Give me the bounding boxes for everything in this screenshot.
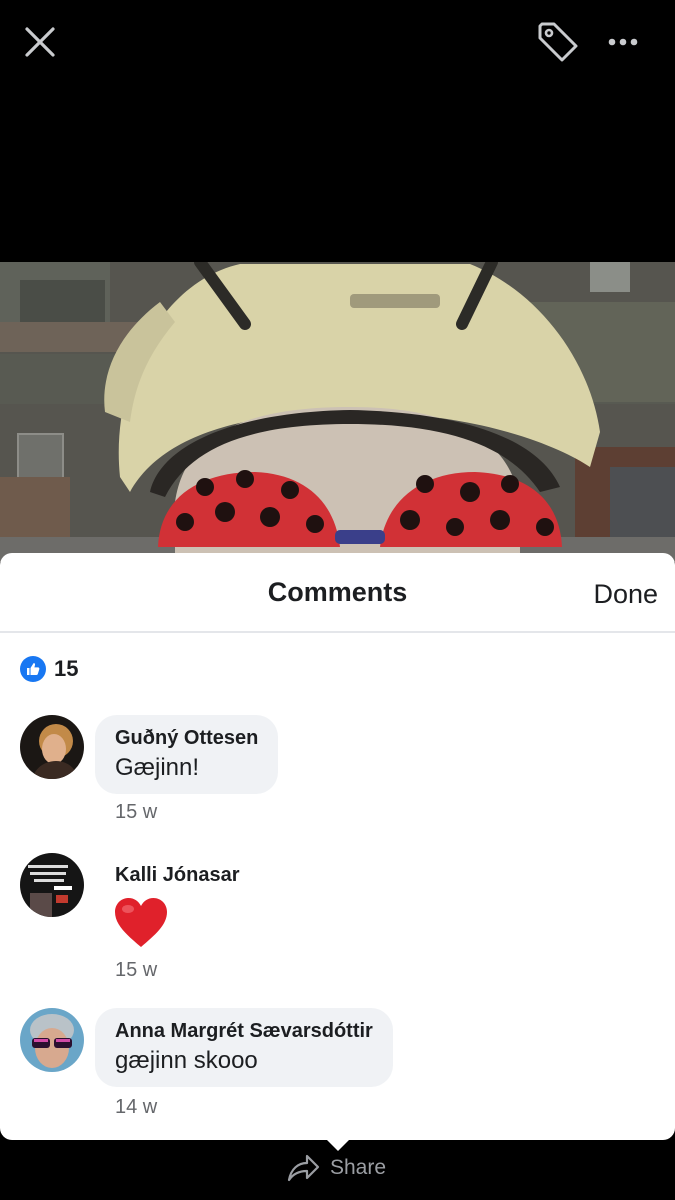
more-icon (608, 38, 638, 46)
close-icon (25, 27, 55, 57)
more-options-button[interactable] (600, 22, 646, 62)
share-label: Share (330, 1156, 387, 1179)
close-button[interactable] (18, 20, 62, 64)
tag-button[interactable] (532, 16, 582, 66)
heart-icon (115, 898, 167, 947)
reaction-count: 15 (54, 656, 79, 681)
comments-header: Comments Done (0, 553, 675, 633)
comments-title: Comments (267, 577, 408, 607)
top-bar (0, 0, 675, 90)
avatar[interactable] (20, 853, 84, 917)
comment-text: gæjinn skooo (115, 1047, 258, 1074)
like-icon (20, 656, 46, 682)
post-photo[interactable] (0, 262, 675, 562)
avatar[interactable] (20, 715, 84, 779)
comment-bubble[interactable]: Guðný Ottesen Gæjinn! (95, 715, 279, 794)
avatar[interactable] (20, 1008, 84, 1072)
comment-author[interactable]: Guðný Ottesen (115, 727, 258, 750)
share-arrow-icon (287, 1154, 320, 1182)
comment-author[interactable]: Anna Margrét Sævarsdóttir (115, 1020, 373, 1043)
comment-text: Gæjinn! (115, 754, 200, 781)
comment-body[interactable]: Kalli Jónasar (115, 864, 240, 887)
tag-icon (538, 22, 578, 62)
comment-time[interactable]: 15 w (115, 801, 157, 824)
comment-bubble[interactable]: Anna Margrét Sævarsdóttir gæjinn skooo (95, 1008, 393, 1087)
comment-heart (113, 897, 169, 954)
reaction-summary[interactable]: 15 (20, 654, 78, 684)
comment-time[interactable]: 15 w (115, 959, 157, 982)
comment-author[interactable]: Kalli Jónasar (115, 864, 240, 887)
done-button[interactable]: Done (593, 579, 658, 610)
share-button[interactable]: Share (286, 1150, 386, 1186)
comment-time[interactable]: 14 w (115, 1096, 157, 1119)
comments-sheet: Comments Done 15 Guðný Ottesen Gæjinn! 1… (0, 553, 675, 1140)
